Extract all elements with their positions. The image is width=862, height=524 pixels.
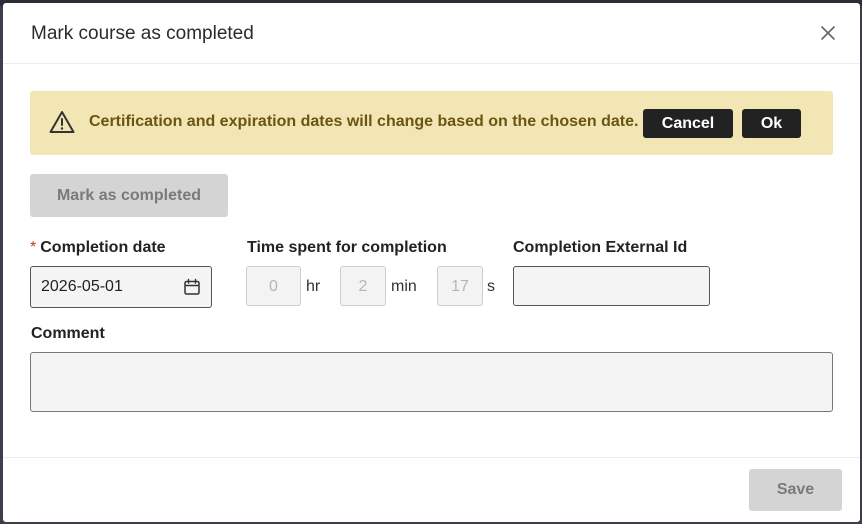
completion-date-label-text: Completion date bbox=[40, 239, 166, 256]
close-icon[interactable] bbox=[818, 23, 838, 43]
seconds-unit: s bbox=[487, 278, 495, 295]
minutes-unit: min bbox=[391, 278, 417, 295]
calendar-icon[interactable] bbox=[183, 278, 201, 296]
warning-icon bbox=[49, 110, 75, 134]
completion-date-label: * Completion date bbox=[30, 239, 166, 257]
external-id-label: Completion External Id bbox=[513, 239, 688, 256]
comment-label: Comment bbox=[31, 325, 105, 342]
footer-divider bbox=[3, 457, 860, 458]
save-button[interactable]: Save bbox=[749, 469, 842, 511]
minutes-input[interactable]: 2 bbox=[340, 266, 386, 306]
hours-unit: hr bbox=[306, 278, 321, 295]
hours-input[interactable]: 0 bbox=[246, 266, 301, 306]
mark-as-completed-button[interactable]: Mark as completed bbox=[30, 174, 228, 217]
warning-message: Certification and expiration dates will … bbox=[89, 113, 639, 130]
warning-banner: Certification and expiration dates will … bbox=[30, 91, 833, 155]
mark-completed-dialog: Mark course as completed Certification a… bbox=[3, 3, 860, 522]
external-id-input[interactable] bbox=[513, 266, 710, 306]
ok-button[interactable]: Ok bbox=[742, 109, 801, 138]
completion-date-value: 2026-05-01 bbox=[41, 278, 123, 295]
dialog-title: Mark course as completed bbox=[31, 23, 254, 44]
completion-date-input[interactable]: 2026-05-01 bbox=[30, 266, 212, 308]
required-marker: * bbox=[30, 239, 37, 256]
cancel-button[interactable]: Cancel bbox=[643, 109, 733, 138]
comment-textarea[interactable] bbox=[30, 352, 833, 412]
time-spent-label: Time spent for completion bbox=[247, 239, 447, 256]
seconds-input[interactable]: 17 bbox=[437, 266, 483, 306]
dialog-header: Mark course as completed bbox=[3, 3, 860, 64]
